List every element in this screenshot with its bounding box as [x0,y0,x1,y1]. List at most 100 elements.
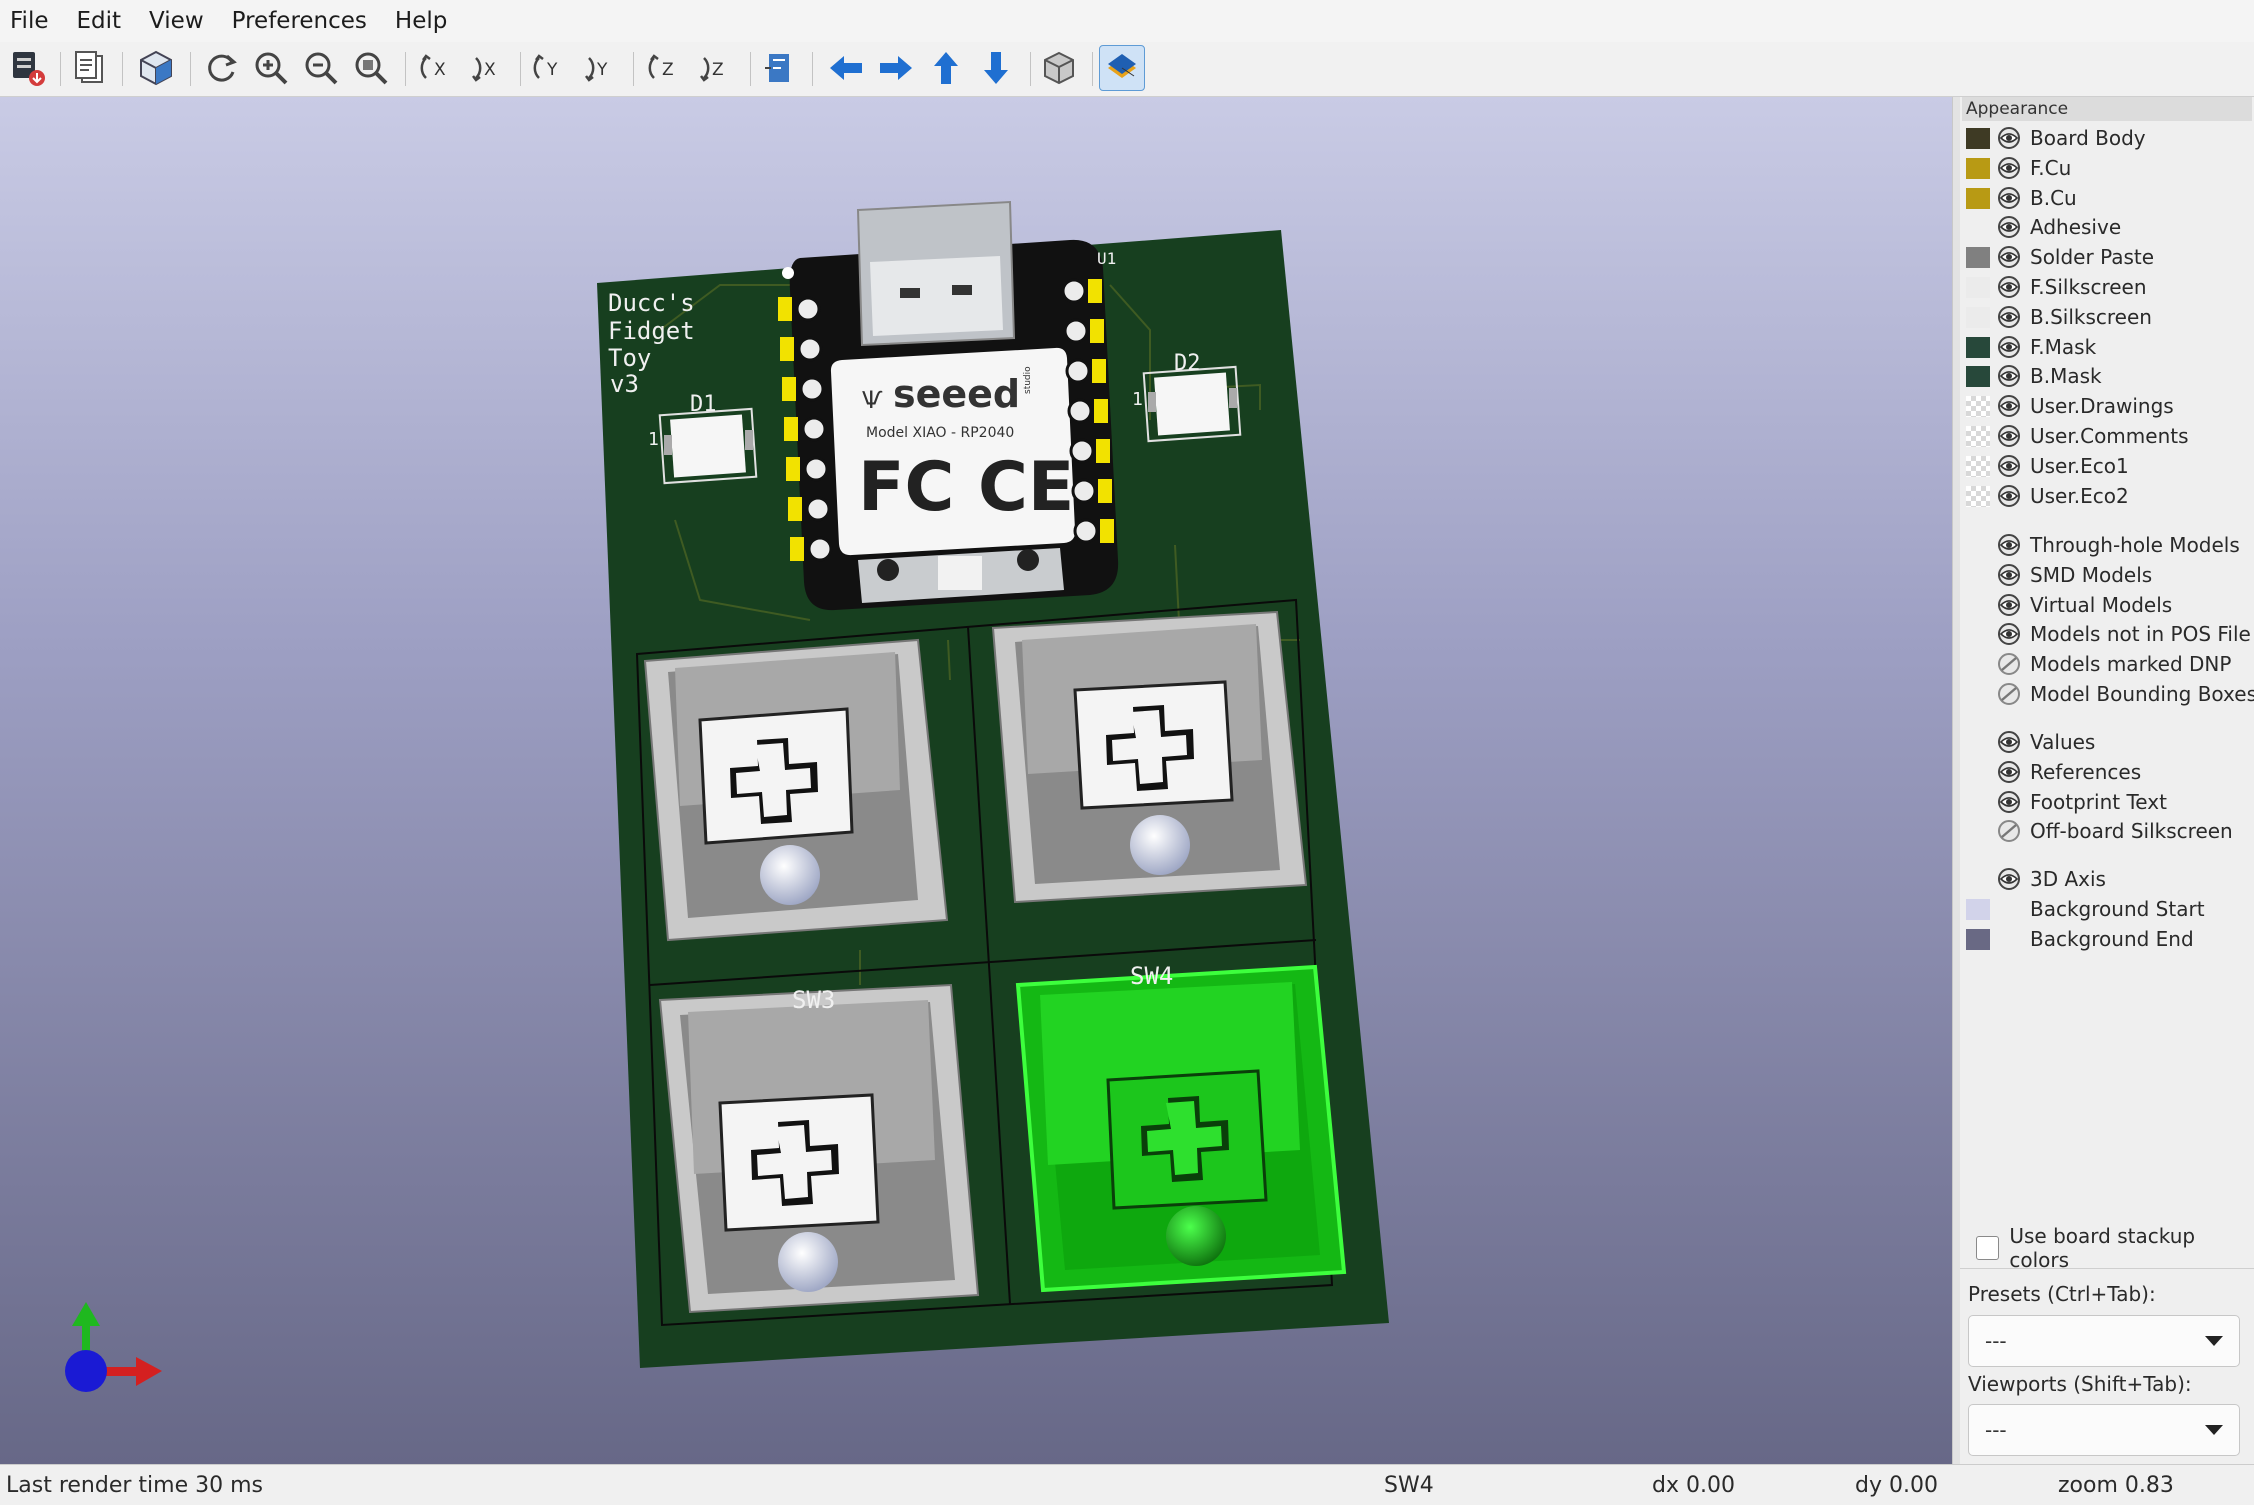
zoom-fit-button[interactable] [348,45,394,91]
layer-row[interactable]: SMD Models [1960,560,2250,590]
visibility-eye-icon[interactable] [1996,394,2022,418]
visibility-eye-icon[interactable] [1996,730,2022,754]
rotate-y-ccw-button[interactable]: Y [578,45,624,91]
layer-color-swatch[interactable] [1966,306,1990,328]
3d-viewport[interactable]: Ducc's Fidget Toy v3 D1 1 D2 1 Ѱ seeed s… [0,97,1952,1464]
layer-color-swatch[interactable] [1966,187,1990,209]
visibility-eye-icon[interactable] [1996,760,2022,784]
move-up-button[interactable] [923,45,969,91]
layer-color-swatch[interactable] [1966,157,1990,179]
layer-row[interactable]: Background End [1960,924,2250,954]
switch-sw4[interactable]: SW4 [1015,962,1347,1293]
switch-sw3[interactable]: SW3 [658,983,980,1314]
visibility-eye-icon[interactable] [1996,215,2022,239]
layer-row[interactable]: B.Mask [1960,361,2250,391]
layer-row[interactable]: F.Mask [1960,332,2250,362]
visibility-eye-icon[interactable] [1996,563,2022,587]
visibility-eye-icon[interactable] [1996,186,2022,210]
visibility-off-icon[interactable] [1996,652,2022,676]
layer-color-swatch[interactable] [1966,928,1990,950]
layer-label: User.Drawings [2030,394,2174,419]
menu-edit[interactable]: Edit [63,8,136,34]
layer-color-swatch[interactable] [1966,336,1990,358]
rotate-y-cw-button[interactable]: Y [528,45,574,91]
layer-row[interactable]: Values [1960,727,2250,757]
layer-row[interactable]: User.Comments [1960,421,2250,451]
rotate-z-cw-button[interactable]: Z [643,45,689,91]
layer-row[interactable]: Off-board Silkscreen [1960,816,2250,846]
layer-row[interactable]: Footprint Text [1960,787,2250,817]
switch-sw2[interactable] [991,610,1308,904]
layer-color-swatch[interactable] [1966,455,1990,477]
visibility-eye-icon[interactable] [1996,790,2022,814]
rotate-x-ccw-button[interactable]: X [465,45,511,91]
layer-row[interactable]: F.Cu [1960,153,2250,183]
switch-sw1[interactable] [643,638,949,942]
layer-color-swatch[interactable] [1966,426,1990,447]
menu-preferences[interactable]: Preferences [218,8,381,34]
visibility-eye-icon[interactable] [1996,424,2022,448]
layer-row[interactable]: 3D Axis [1960,864,2250,894]
visibility-off-icon[interactable] [1996,819,2022,843]
xiao-rp2040-module[interactable]: Ѱ seeed studio Model XIAO - RP2040 FC CE [778,200,1119,611]
visibility-eye-icon[interactable] [1996,156,2022,180]
layer-row[interactable]: Models marked DNP [1960,649,2250,679]
layer-row[interactable]: B.Cu [1960,183,2250,213]
visibility-off-icon[interactable] [1996,682,2022,706]
visibility-eye-icon[interactable] [1996,305,2022,329]
layer-row[interactable]: Through-hole Models [1960,530,2250,560]
layer-color-swatch[interactable] [1966,277,1990,298]
layer-row[interactable]: References [1960,757,2250,787]
layer-row[interactable]: Board Body [1960,123,2250,153]
zoom-in-button[interactable] [248,45,294,91]
layer-row[interactable]: User.Drawings [1960,391,2250,421]
zoom-out-button[interactable] [298,45,344,91]
layer-row[interactable]: User.Eco2 [1960,481,2250,511]
layer-row[interactable]: Adhesive [1960,212,2250,242]
layer-row[interactable]: Background Start [1960,894,2250,924]
reload-board-button[interactable] [198,45,244,91]
visibility-eye-icon[interactable] [1996,484,2022,508]
viewports-dropdown[interactable]: --- [1968,1404,2240,1456]
flip-board-button[interactable] [756,45,802,91]
layer-color-swatch[interactable] [1966,898,1990,920]
rotate-z-ccw-button[interactable]: Z [693,45,739,91]
move-left-button[interactable] [823,45,869,91]
move-down-button[interactable] [973,45,1019,91]
visibility-eye-icon[interactable] [1996,593,2022,617]
copy-image-button[interactable] [66,45,112,91]
layers-manager-toggle-button[interactable] [1099,45,1145,91]
move-right-button[interactable] [873,45,919,91]
menu-view[interactable]: View [135,8,218,34]
orthographic-toggle-button[interactable] [1036,45,1082,91]
layer-row[interactable]: Model Bounding Boxes [1960,679,2254,709]
layer-row[interactable]: Solder Paste [1960,242,2250,272]
visibility-eye-icon[interactable] [1996,622,2022,646]
menu-help[interactable]: Help [381,8,461,34]
layer-color-swatch[interactable] [1966,247,1990,269]
visibility-eye-icon[interactable] [1996,275,2022,299]
render-raytracing-button[interactable] [5,45,51,91]
visibility-eye-icon[interactable] [1996,335,2022,359]
visibility-eye-icon[interactable] [1996,533,2022,557]
layer-row[interactable]: Virtual Models [1960,590,2250,620]
menu-file[interactable]: File [0,8,63,34]
layer-row[interactable]: Models not in POS File [1960,619,2251,649]
visibility-eye-icon[interactable] [1996,454,2022,478]
layer-row[interactable]: B.Silkscreen [1960,302,2250,332]
layer-color-swatch[interactable] [1966,366,1990,388]
visibility-eye-icon[interactable] [1996,867,2022,891]
visibility-eye-icon[interactable] [1996,364,2022,388]
rotate-x-cw-button[interactable]: X [415,45,461,91]
board-view-button[interactable] [133,45,179,91]
layer-row[interactable]: User.Eco1 [1960,451,2250,481]
visibility-eye-icon[interactable] [1996,126,2022,150]
layer-color-swatch[interactable] [1966,128,1990,149]
stackup-colors-row[interactable]: Use board stackup colors [1976,1224,2254,1272]
presets-dropdown[interactable]: --- [1968,1315,2240,1367]
stackup-colors-checkbox[interactable] [1976,1236,2000,1260]
layer-color-swatch[interactable] [1966,396,1990,418]
layer-row[interactable]: F.Silkscreen [1960,272,2250,302]
visibility-eye-icon[interactable] [1996,245,2022,269]
layer-color-swatch[interactable] [1966,485,1990,507]
